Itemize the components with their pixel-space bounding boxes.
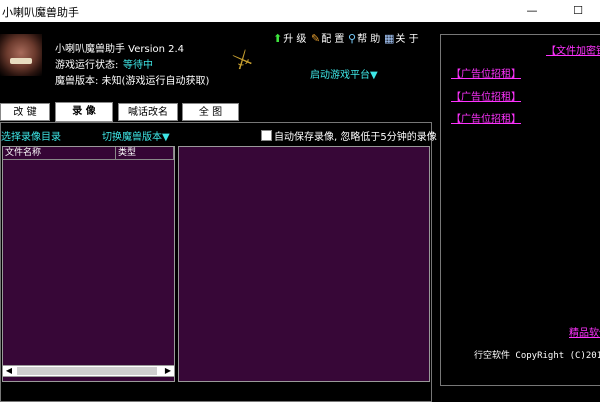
- tab-replay[interactable]: 录 像: [55, 102, 113, 122]
- status-label: 游戏运行状态:: [55, 60, 119, 71]
- help-button[interactable]: ⚲帮 助: [348, 30, 380, 45]
- minimize-button[interactable]: —: [509, 0, 555, 22]
- config-button[interactable]: ✎配 置: [311, 30, 344, 45]
- ad-slot-link[interactable]: 【广告位招租】: [451, 110, 521, 125]
- about-button[interactable]: ▦关 于: [384, 30, 419, 45]
- wrench-icon: ✎: [311, 32, 321, 45]
- autosave-option[interactable]: 自动保存录像, 忽略低于5分钟的录像: [261, 128, 437, 143]
- grid-icon: ▦: [384, 32, 395, 45]
- window-title: 小喇叭魔兽助手: [2, 6, 79, 19]
- switch-version-dropdown[interactable]: 切换魔兽版本▼: [102, 128, 170, 143]
- tab-maphack[interactable]: 全 图: [182, 103, 239, 121]
- replay-file-list[interactable]: 文件名称 类型: [2, 146, 175, 382]
- file-encrypt-link[interactable]: 【文件加密锁: [546, 42, 600, 57]
- ad-slot-link[interactable]: 【广告位招租】: [451, 88, 521, 103]
- scrollbar-thumb[interactable]: [17, 367, 157, 375]
- up-arrow-icon: ⬆: [273, 32, 283, 45]
- app-logo-avatar: [0, 34, 42, 76]
- title-bar: 小喇叭魔兽助手 — ☐: [0, 0, 600, 22]
- status-value: 等待中: [123, 60, 153, 71]
- scroll-right-icon[interactable]: ▶: [162, 366, 174, 376]
- right-side-panel: 【文件加密锁 【广告位招租】 【广告位招租】 【广告位招租】 精品软件 行空软件…: [440, 34, 600, 386]
- config-label: 配 置: [321, 34, 345, 45]
- war3-version-info: 魔兽版本: 未知(游戏运行自动获取): [55, 76, 210, 87]
- launch-platform-dropdown[interactable]: 启动游戏平台▼: [310, 66, 378, 81]
- column-header-type[interactable]: 类型: [116, 147, 174, 160]
- avatar-teeth: [10, 58, 32, 64]
- select-replay-dir-link[interactable]: 选择录像目录: [1, 128, 61, 143]
- help-label: 帮 助: [357, 34, 381, 45]
- copyright-text: 行空软件 CopyRight (C)201: [474, 351, 600, 361]
- maximize-button[interactable]: ☐: [555, 0, 600, 22]
- upgrade-label: 升 级: [283, 34, 307, 45]
- autosave-checkbox[interactable]: [261, 130, 272, 141]
- ad-slot-link[interactable]: 【广告位招租】: [451, 65, 521, 80]
- replay-detail-panel: [178, 146, 430, 382]
- autosave-label: 自动保存录像, 忽略低于5分钟的录像: [274, 132, 437, 143]
- quality-software-link[interactable]: 精品软件: [569, 324, 600, 339]
- about-label: 关 于: [395, 34, 419, 45]
- sword-gear-icon: ⚔: [228, 45, 258, 77]
- column-header-filename[interactable]: 文件名称: [3, 147, 116, 160]
- horizontal-scrollbar[interactable]: ◀ ▶: [2, 365, 175, 377]
- replay-tab-content: 选择录像目录 切换魔兽版本▼ 自动保存录像, 忽略低于5分钟的录像 文件名称 类…: [0, 122, 437, 402]
- upgrade-button[interactable]: ⬆升 级: [273, 30, 306, 45]
- tab-rename[interactable]: 喊话改名: [118, 103, 178, 121]
- app-name: 小喇叭魔兽助手 Version 2.4: [55, 44, 185, 55]
- tab-keymap[interactable]: 改 键: [0, 103, 50, 121]
- search-help-icon: ⚲: [348, 32, 357, 45]
- scroll-left-icon[interactable]: ◀: [3, 366, 15, 376]
- main-window: 小喇叭魔兽助手 Version 2.4 游戏运行状态: 等待中 魔兽版本: 未知…: [0, 22, 600, 402]
